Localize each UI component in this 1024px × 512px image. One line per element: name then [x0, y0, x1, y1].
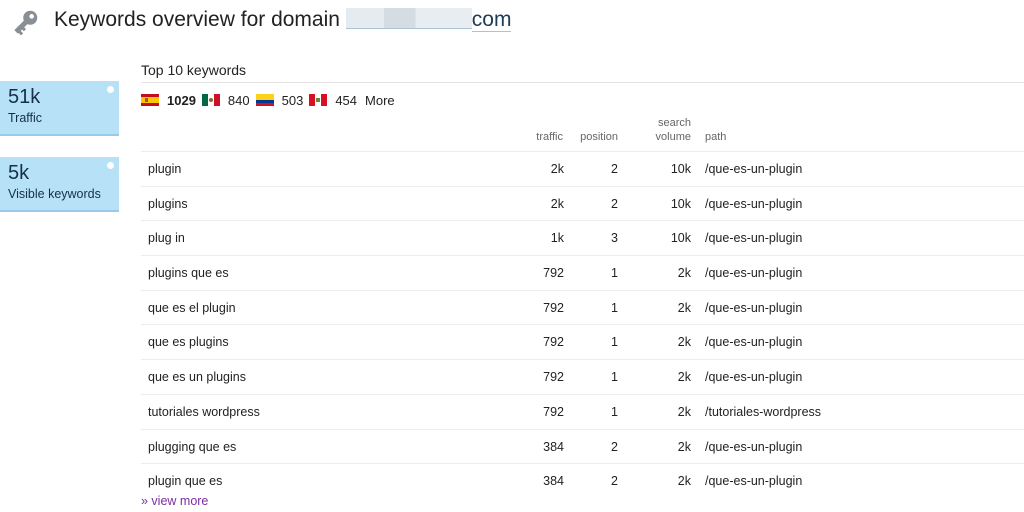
table-row[interactable]: tutoriales wordpress 792 1 2k/tutoriales-wo… [141, 393, 1024, 429]
traffic-cell: 792 [543, 370, 564, 385]
search-volume-cell: 2k [677, 474, 691, 489]
country-filter-bar: 1029 840 503 454 More [141, 91, 395, 109]
country-count-spain[interactable]: 1029 [167, 93, 196, 108]
traffic-value: 51k [8, 86, 41, 108]
traffic-stat-card[interactable]: 51k Traffic [0, 81, 119, 136]
traffic-cell: 2k [550, 196, 564, 211]
table-row[interactable]: plug in 1k 3 10k/que-es-un-plugin [141, 220, 1024, 255]
keyword-cell[interactable]: plugin que es [148, 474, 222, 488]
path-cell[interactable]: /que-es-un-plugin [705, 440, 802, 454]
country-count-colombia[interactable]: 503 [282, 93, 304, 108]
path-cell[interactable]: /que-es-un-plugin [705, 301, 802, 315]
page-title-text: Keywords overview for domain [54, 8, 340, 31]
table-row[interactable]: plugin que es 384 2 2k/que-es-un-plugin [141, 463, 1024, 498]
search-volume-cell: 2k [677, 404, 691, 419]
flag-mexico-icon[interactable] [201, 94, 220, 106]
position-cell: 2 [611, 439, 618, 454]
keyword-cell[interactable]: que es el plugin [148, 301, 236, 315]
header-path[interactable]: path [705, 131, 726, 144]
search-volume-cell: 2k [677, 300, 691, 315]
keywords-table: plugin 2k 2 10k/que-es-un-plugin plugins 2k 2 1… [141, 151, 1024, 498]
page-header: Keywords overview for domain com [0, 0, 1024, 44]
country-count-peru[interactable]: 454 [335, 93, 357, 108]
traffic-cell: 2k [550, 162, 564, 176]
keyword-cell[interactable]: plugins que es [148, 266, 229, 280]
table-row[interactable]: que es plugins 792 1 2k/que-es-un-plugin [141, 324, 1024, 359]
table-row[interactable]: que es un plugins 792 1 2k/que-es-un-plugin [141, 359, 1024, 394]
position-cell: 1 [611, 335, 618, 350]
traffic-label: Traffic [8, 111, 43, 125]
table-row[interactable]: plugins que es 792 1 2k/que-es-un-plugin [141, 255, 1024, 290]
redacted-domain [345, 8, 472, 29]
card-dot-icon [107, 162, 114, 169]
country-count-mexico[interactable]: 840 [228, 93, 250, 108]
flag-spain-icon[interactable] [141, 94, 159, 106]
keyword-cell[interactable]: que es plugins [148, 335, 229, 349]
table-row[interactable]: plugging que es 384 2 2k/que-es-un-plugin [141, 428, 1024, 464]
flag-peru-icon[interactable] [309, 94, 328, 106]
search-volume-cell: 10k [670, 196, 691, 211]
keyword-cell[interactable]: plugins [148, 197, 188, 211]
header-traffic[interactable]: traffic [510, 131, 563, 144]
keyword-cell[interactable]: plugin [148, 162, 181, 176]
position-cell: 1 [611, 370, 618, 385]
header-position[interactable]: position [565, 131, 618, 144]
traffic-cell: 792 [543, 404, 564, 419]
keyword-cell[interactable]: que es un plugins [148, 370, 246, 384]
search-volume-cell: 2k [677, 266, 691, 281]
keyword-cell[interactable]: plug in [148, 231, 185, 245]
search-volume-cell: 2k [677, 335, 691, 350]
visible-keywords-label: Visible keywords [8, 187, 101, 201]
visible-keywords-value: 5k [8, 162, 30, 184]
more-countries-link[interactable]: More [365, 93, 395, 108]
header-search-volume-line2[interactable]: volume [630, 131, 691, 144]
path-cell[interactable]: /que-es-un-plugin [705, 370, 802, 384]
header-search-volume-line1[interactable]: search [630, 117, 691, 130]
path-cell[interactable]: /que-es-un-plugin [705, 335, 802, 349]
path-cell[interactable]: /tutoriales-wordpress [705, 405, 821, 419]
position-cell: 1 [611, 404, 618, 419]
search-volume-cell: 2k [677, 370, 691, 385]
traffic-cell: 792 [543, 335, 564, 350]
position-cell: 1 [611, 300, 618, 315]
table-row[interactable]: plugins 2k 2 10k/que-es-un-plugin [141, 185, 1024, 221]
position-cell: 1 [611, 266, 618, 281]
keyword-cell[interactable]: plugging que es [148, 440, 236, 454]
flag-colombia-icon[interactable] [255, 94, 274, 106]
path-cell[interactable]: /que-es-un-plugin [705, 197, 802, 211]
traffic-cell: 792 [543, 300, 564, 315]
position-cell: 2 [611, 474, 618, 489]
traffic-cell: 1k [550, 231, 564, 246]
section-title: Top 10 keywords [141, 62, 247, 78]
path-cell[interactable]: /que-es-un-plugin [705, 266, 802, 280]
visible-keywords-stat-card[interactable]: 5k Visible keywords [0, 157, 119, 212]
position-cell: 2 [611, 196, 618, 211]
search-volume-cell: 10k [670, 162, 691, 176]
search-volume-cell: 2k [677, 439, 691, 454]
card-dot-icon [107, 86, 114, 93]
traffic-cell: 384 [543, 439, 564, 454]
path-cell[interactable]: /que-es-un-plugin [705, 231, 802, 245]
traffic-cell: 384 [543, 474, 564, 489]
table-row[interactable]: plugin 2k 2 10k/que-es-un-plugin [141, 151, 1024, 186]
path-cell[interactable]: /que-es-un-plugin [705, 162, 802, 176]
search-volume-cell: 10k [670, 231, 691, 246]
keyword-cell[interactable]: tutoriales wordpress [148, 405, 260, 419]
table-row[interactable]: que es el plugin 792 1 2k/que-es-un-plugin [141, 289, 1024, 325]
page-title: Keywords overview for domain com [54, 8, 512, 32]
section-divider [141, 82, 1024, 83]
position-cell: 2 [611, 162, 618, 176]
key-icon [14, 10, 38, 36]
position-cell: 3 [611, 231, 618, 246]
traffic-cell: 792 [543, 266, 564, 281]
view-more-link[interactable]: » view more [141, 494, 208, 508]
domain-suffix[interactable]: com [471, 8, 512, 32]
path-cell[interactable]: /que-es-un-plugin [705, 474, 802, 488]
